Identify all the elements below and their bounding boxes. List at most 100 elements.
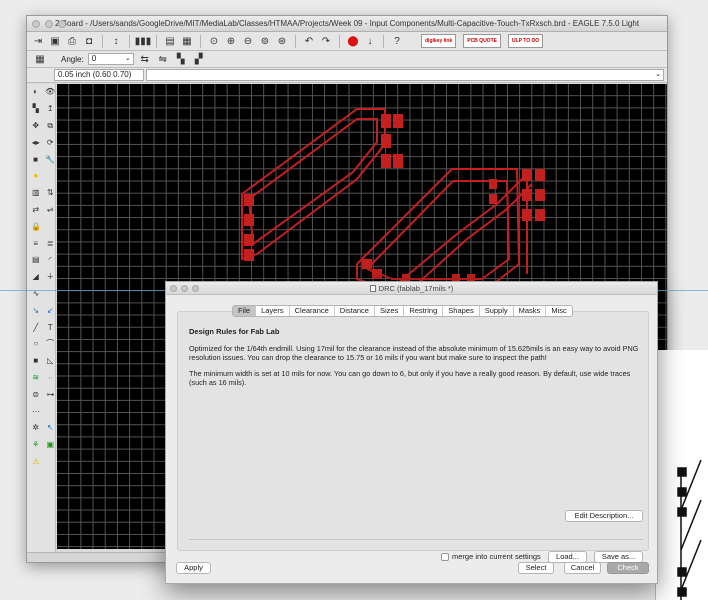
smash-icon[interactable]: ▤ (31, 255, 41, 265)
add-icon[interactable]: ▥ (31, 188, 41, 198)
pad (522, 209, 532, 221)
parameter-toolbar: ▦ Angle: 0 ⌄ ⇆ ⇋ ▚ ▞ (27, 51, 667, 68)
stop-icon[interactable]: ⬤ (346, 34, 360, 48)
script-icon[interactable]: ▤ (163, 34, 177, 48)
go-icon[interactable]: ↓ (363, 34, 377, 48)
mirror-tool-icon[interactable]: ◂▸ (31, 138, 41, 148)
save-icon[interactable]: ▣ (48, 34, 62, 48)
tab-shapes[interactable]: Shapes (443, 306, 480, 316)
copy-icon[interactable]: ⧉ (46, 121, 56, 131)
ripup-icon[interactable]: ↙ (46, 306, 56, 316)
polygon-icon[interactable]: ◺ (46, 356, 56, 366)
coordinate-display: 0.05 inch (0.60 0.70) (54, 69, 144, 81)
mirror-icon[interactable]: ⇆ (138, 52, 152, 66)
name-icon[interactable]: ≡ (31, 239, 41, 249)
digikey-link-button[interactable]: digikey link (421, 34, 457, 48)
pinswap-icon[interactable]: ⇅ (46, 188, 56, 198)
tab-file[interactable]: File (233, 306, 257, 316)
move-icon[interactable]: ✥ (31, 121, 41, 131)
angle-value: 0 (91, 54, 97, 63)
cancel-button[interactable]: Cancel (564, 562, 601, 574)
tab-clearance[interactable]: Clearance (290, 306, 335, 316)
zoom-select-icon[interactable]: ⊛ (275, 34, 289, 48)
tab-sizes[interactable]: Sizes (375, 306, 405, 316)
dialog-zoom-button[interactable] (192, 285, 199, 292)
via-icon[interactable]: ≋ (31, 373, 41, 383)
display-icon[interactable]: ▚ (31, 104, 41, 114)
angle-select[interactable]: 0 ⌄ (87, 53, 134, 65)
window-titlebar: 2 Board - /Users/sands/GoogleDrive/MIT/M… (27, 16, 667, 32)
layers-icon[interactable]: ▦ (180, 34, 194, 48)
tab-restring[interactable]: Restring (404, 306, 444, 316)
command-input[interactable]: ⌄ (146, 69, 664, 81)
window-controls (32, 20, 66, 28)
lock-icon[interactable]: 🔒 (31, 222, 41, 232)
mark-icon[interactable]: ↥ (46, 104, 56, 114)
paste-icon[interactable]: ● (31, 171, 41, 181)
show-icon[interactable]: 👁 (45, 87, 55, 97)
help-icon[interactable]: ? (390, 34, 404, 48)
tab-distance[interactable]: Distance (335, 306, 375, 316)
cam-icon[interactable]: ◘ (82, 34, 96, 48)
merge-settings-option[interactable]: merge into current settings (441, 552, 541, 561)
spin-icon[interactable]: ⇋ (156, 52, 170, 66)
text-icon[interactable]: T (46, 323, 56, 333)
rotate-icon[interactable]: ⟳ (46, 138, 56, 148)
gateswap-icon[interactable]: ⇌ (46, 205, 56, 215)
miter-icon[interactable]: ◜ (46, 255, 56, 265)
zoom-window-button[interactable] (58, 20, 66, 28)
dialog-close-button[interactable] (170, 285, 177, 292)
pad (489, 194, 497, 204)
split-icon[interactable]: ◢ (31, 272, 41, 282)
rect-icon[interactable]: ■ (31, 356, 41, 366)
print-icon[interactable]: ⎙ (65, 34, 79, 48)
merge-checkbox[interactable] (441, 552, 449, 561)
close-window-button[interactable] (32, 20, 40, 28)
tab-misc[interactable]: Misc (546, 306, 571, 316)
wire-icon[interactable]: ╱ (31, 323, 41, 333)
tab-layers[interactable]: Layers (256, 306, 290, 316)
replace-icon[interactable]: ⇄ (31, 205, 41, 215)
grid-icon[interactable]: ▦ (33, 52, 47, 66)
ulp-icon[interactable]: ▮▮▮ (135, 34, 152, 48)
route-icon[interactable]: ↘ (31, 306, 41, 316)
dimension-icon[interactable]: ⋯ (31, 407, 41, 417)
pcb-quote-button[interactable]: PCB QUOTE (463, 34, 501, 48)
dialog-minimize-button[interactable] (181, 285, 188, 292)
erc-icon[interactable]: ⚘ (31, 440, 41, 450)
hole-icon[interactable]: ⊜ (31, 390, 41, 400)
signal-icon[interactable]: ∙∙ (46, 373, 56, 383)
delete-icon[interactable] (46, 171, 56, 181)
value-icon[interactable]: ≣ (46, 239, 56, 249)
drc-icon[interactable]: ▣ (46, 440, 56, 450)
tab-masks[interactable]: Masks (514, 306, 547, 316)
ratsnest-icon[interactable]: ✲ (31, 423, 41, 433)
change-icon[interactable]: 🔧 (45, 155, 55, 165)
pad (535, 169, 545, 181)
schematic-icon[interactable]: ↕ (109, 34, 123, 48)
group-icon[interactable]: ■ (31, 155, 40, 165)
info-icon[interactable]: ◐ (31, 87, 40, 97)
redo-icon[interactable]: ↷ (319, 34, 333, 48)
zoom-out-icon[interactable]: ⊖ (241, 34, 255, 48)
align-icon[interactable]: ▚ (174, 52, 188, 66)
autorouter-icon[interactable]: ↖ (46, 423, 56, 433)
open-icon[interactable]: ⇥ (31, 34, 45, 48)
tab-supply[interactable]: Supply (480, 306, 514, 316)
minimize-window-button[interactable] (45, 20, 53, 28)
undo-icon[interactable]: ↶ (302, 34, 316, 48)
edit-description-button[interactable]: Edit Description... (565, 510, 643, 522)
ulp-button[interactable]: ULP TO DO (507, 34, 544, 48)
apply-button[interactable]: Apply (176, 562, 211, 574)
select-button[interactable]: Select (518, 562, 554, 574)
zoom-in-icon[interactable]: ⊕ (224, 34, 238, 48)
align-right-icon[interactable]: ▞ (192, 52, 206, 66)
attribute-icon[interactable]: ⊶ (46, 390, 56, 400)
optimize-icon[interactable]: ∔ (46, 272, 56, 282)
check-button[interactable]: Check (607, 562, 649, 574)
circle-icon[interactable]: ○ (31, 339, 41, 349)
warning-icon[interactable]: ⚠ (31, 457, 41, 467)
arc-icon[interactable]: ⌒ (46, 339, 56, 349)
zoom-fit-icon[interactable]: ⊙ (207, 34, 221, 48)
redraw-icon[interactable]: ⊚ (258, 34, 272, 48)
